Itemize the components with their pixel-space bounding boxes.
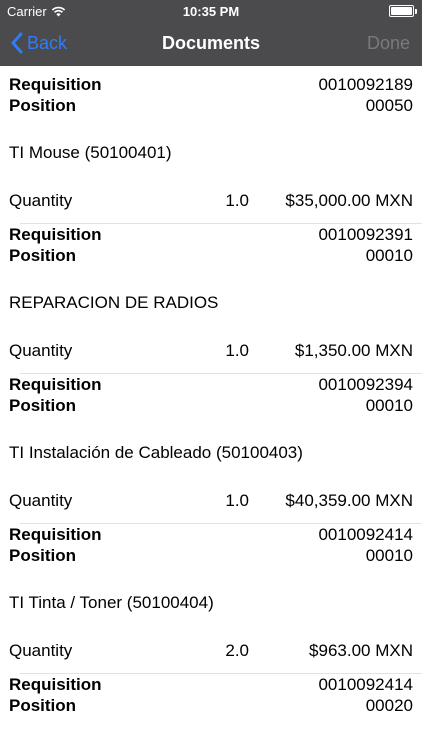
requisition-label: Requisition xyxy=(9,375,102,394)
item-name[interactable]: TI Mouse (50100401) xyxy=(0,120,422,178)
position-number: 00050 xyxy=(365,96,413,115)
position-number: 00010 xyxy=(365,396,413,415)
quantity-value: 1.0 xyxy=(225,341,249,360)
requisition-label: Requisition xyxy=(9,675,102,694)
navigation-bar: Back Documents Done xyxy=(0,22,422,66)
requisition-block: Requisition 0010092189 Position 00050 xyxy=(0,74,422,120)
quantity-value: 1.0 xyxy=(225,491,249,510)
requisition-label: Requisition xyxy=(9,525,102,544)
done-button[interactable]: Done xyxy=(367,33,410,54)
quantity-label: Quantity xyxy=(9,491,73,510)
position-label: Position xyxy=(9,96,77,115)
requisition-number: 0010092391 xyxy=(318,225,413,244)
item-name[interactable]: TI Instalación de Cableado (50100403) xyxy=(0,420,422,478)
quantity-value: 2.0 xyxy=(225,641,249,660)
position-number: 00020 xyxy=(365,696,413,715)
price-value: $1,350.00 MXN xyxy=(294,341,413,360)
requisition-label: Requisition xyxy=(9,75,102,94)
quantity-row: Quantity 1.0 $40,359.00 MXN xyxy=(0,478,422,524)
position-number: 00010 xyxy=(365,546,413,565)
quantity-label: Quantity xyxy=(9,191,73,210)
status-time: 10:35 PM xyxy=(182,4,240,19)
header: Carrier 10:35 PM Back Documents Done xyxy=(0,0,422,66)
price-value: $35,000.00 MXN xyxy=(285,191,413,210)
price-value: $40,359.00 MXN xyxy=(285,491,413,510)
quantity-label: Quantity xyxy=(9,341,73,360)
position-label: Position xyxy=(9,396,77,415)
page-title: Documents xyxy=(161,33,260,53)
requisition-number: 0010092189 xyxy=(318,75,413,94)
position-number: 00010 xyxy=(365,246,413,265)
requisition-block: Requisition 0010092414 Position 00010 xyxy=(0,524,422,570)
battery-icon xyxy=(389,5,417,17)
status-bar: Carrier 10:35 PM xyxy=(0,0,422,22)
requisition-block: Requisition 0010092414 Position 00020 xyxy=(0,674,422,720)
item-name[interactable]: REPARACION DE RADIOS xyxy=(0,270,422,328)
price-value: $963.00 MXN xyxy=(309,641,413,660)
requisition-number: 0010092414 xyxy=(318,525,413,544)
position-label: Position xyxy=(9,246,77,265)
requisition-number: 0010092414 xyxy=(318,675,413,694)
quantity-row: Quantity 2.0 $963.00 MXN xyxy=(0,628,422,674)
requisition-block: Requisition 0010092394 Position 00010 xyxy=(0,374,422,420)
quantity-value: 1.0 xyxy=(225,191,249,210)
position-label: Position xyxy=(9,696,77,715)
item-name[interactable]: TI Tinta / Toner (50100404) xyxy=(0,570,422,628)
quantity-label: Quantity xyxy=(9,641,73,660)
quantity-row: Quantity 1.0 $1,350.00 MXN xyxy=(0,328,422,374)
documents-list: Requisition 0010092189 Position 00050 TI… xyxy=(0,66,422,720)
requisition-number: 0010092394 xyxy=(318,375,413,394)
requisition-block: Requisition 0010092391 Position 00010 xyxy=(0,224,422,270)
requisition-label: Requisition xyxy=(9,225,102,244)
quantity-row: Quantity 1.0 $35,000.00 MXN xyxy=(0,178,422,224)
position-label: Position xyxy=(9,546,77,565)
